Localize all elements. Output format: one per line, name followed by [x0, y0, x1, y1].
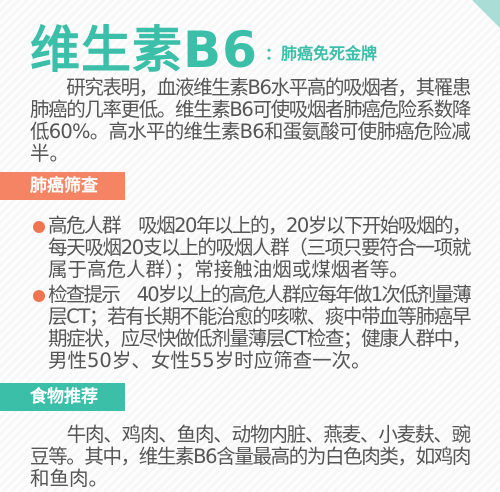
- bullet-icon: [33, 290, 45, 302]
- text-line: 男性50岁、女性55岁时应筛查一次。: [48, 349, 371, 372]
- section-header-screening: 肺癌筛查: [0, 172, 125, 200]
- text-line: 检查提示 40岁以上的高危人群应每年做1次低剂量薄: [48, 283, 472, 306]
- page-subtitle: ：肺癌免死金牌: [265, 44, 378, 63]
- text-line: 属于高危人群）；常接触油烟或煤烟者等。: [48, 258, 409, 281]
- text-line: 牛肉、鸡肉、鱼肉、动物内脏、燕麦、小麦麸、豌: [30, 423, 472, 446]
- text-line: 豆等。其中，维生素B6含量最高的为白色肉类，如鸡肉: [30, 445, 471, 468]
- text-line: 高危人群 吸烟20年以上的，20岁以下开始吸烟的，: [48, 214, 471, 237]
- corner-decoration: [472, 0, 500, 28]
- page-title: 维生素B6: [30, 21, 258, 79]
- text-line: 半。: [30, 142, 70, 165]
- text-line: 和鱼肉。: [30, 467, 109, 490]
- bullet-icon: [33, 221, 45, 233]
- text-line: 期症状，应尽快做低剂量薄层CT检查；健康人群中，: [48, 327, 471, 350]
- text-line: 肺癌的几率更低。维生素B6可使吸烟者肺癌危险系数降: [30, 98, 471, 121]
- text-line: 低60%。高水平的维生素B6和蛋氨酸可使肺癌危险减: [30, 120, 471, 143]
- text-line: 每天吸烟20支以上的吸烟人群（三项只要符合一项就: [48, 236, 471, 259]
- text-line: 层CT；若有长期不能治愈的咳嗽、痰中带血等肺癌早: [48, 305, 471, 328]
- section-header-food: 食物推荐: [0, 383, 125, 411]
- text-line: 研究表明，血液维生素B6水平高的吸烟者，其罹患: [30, 76, 471, 99]
